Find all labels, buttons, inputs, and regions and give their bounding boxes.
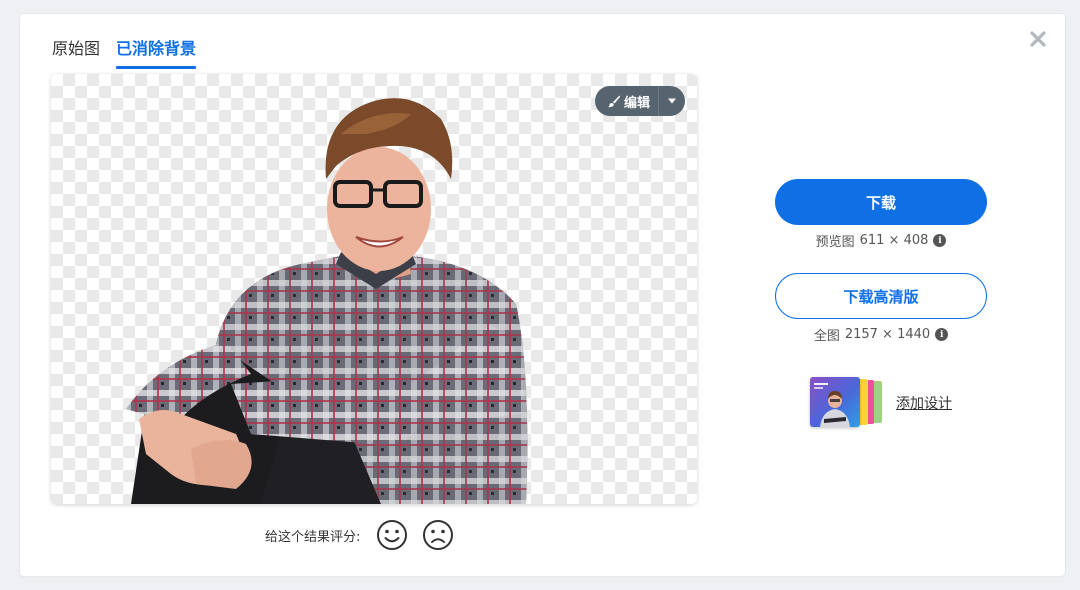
full-size-note: 全图 2157 × 1440 i	[775, 325, 987, 344]
person-cutout-image	[126, 98, 528, 504]
info-icon[interactable]: i	[933, 234, 947, 247]
smile-icon[interactable]	[376, 519, 408, 551]
download-button[interactable]: 下载	[775, 179, 987, 225]
caret-down-icon	[668, 98, 676, 104]
add-design-link[interactable]: 添加设计	[896, 393, 952, 413]
tab-original[interactable]: 原始图	[52, 38, 100, 66]
result-preview: 编辑	[51, 74, 697, 504]
frown-icon[interactable]	[422, 519, 454, 551]
tab-background-removed[interactable]: 已消除背景	[116, 38, 197, 69]
rating-label: 给这个结果评分:	[265, 529, 361, 545]
result-dialog: 原始图 已消除背景 编辑 给这个结果评分: 下载 预览图 611 × 408 i…	[20, 14, 1065, 576]
download-hd-button[interactable]: 下载高清版	[775, 273, 987, 319]
info-icon[interactable]: i	[935, 328, 949, 341]
view-tabs: 原始图 已消除背景	[52, 36, 197, 69]
design-card-preview	[810, 377, 860, 427]
edit-dropdown-toggle[interactable]	[658, 86, 685, 116]
brush-icon	[607, 95, 620, 108]
close-icon[interactable]	[1027, 28, 1049, 50]
result-rating: 给这个结果评分:	[265, 519, 454, 551]
design-thumbnail[interactable]	[810, 377, 886, 429]
edit-main-button[interactable]: 编辑	[595, 86, 658, 116]
download-panel: 下载 预览图 611 × 408 i 下载高清版 全图 2157 × 1440 …	[775, 179, 987, 344]
edit-label: 编辑	[623, 95, 650, 111]
preview-size-prefix: 预览图	[815, 235, 855, 250]
preview-size-note: 预览图 611 × 408 i	[775, 231, 987, 250]
add-design[interactable]: 添加设计	[810, 377, 952, 429]
full-size-value: 2157 × 1440	[844, 327, 931, 342]
edit-button[interactable]: 编辑	[594, 86, 685, 116]
preview-size-value: 611 × 408	[859, 233, 929, 248]
person-thumbnail-image	[814, 383, 850, 427]
full-size-prefix: 全图	[813, 329, 840, 344]
